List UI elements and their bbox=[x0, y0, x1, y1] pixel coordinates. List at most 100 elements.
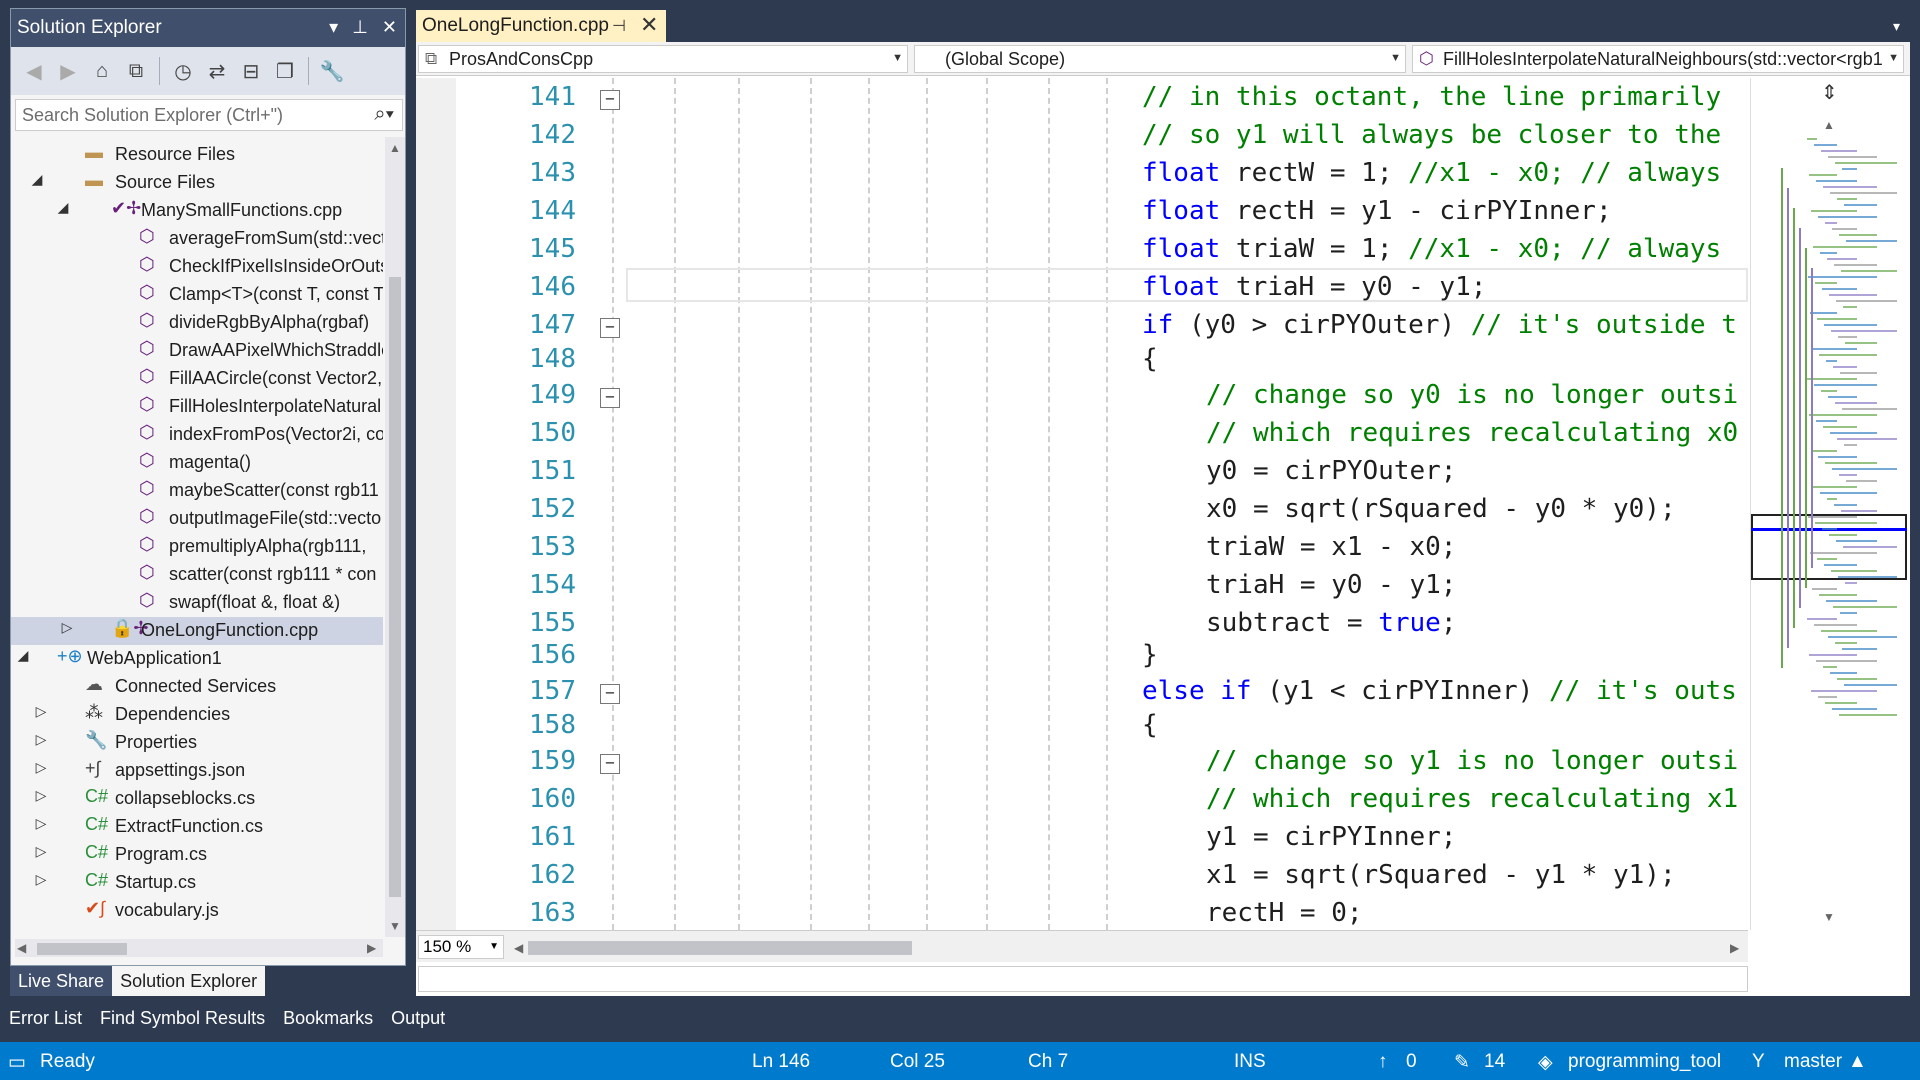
expand-arrow-icon[interactable]: ▷ bbox=[33, 731, 49, 748]
pin-tab-icon[interactable]: ⊣ bbox=[612, 16, 626, 36]
branch-icon[interactable]: Y bbox=[1752, 1051, 1765, 1073]
tree-item-function[interactable]: ⬡ premultiplyAlpha(rgb111, bbox=[11, 533, 383, 561]
tab-bookmarks[interactable]: Bookmarks bbox=[274, 1002, 382, 1034]
collapse-arrow-icon[interactable]: ◢ bbox=[55, 199, 71, 216]
expand-arrow-icon[interactable]: ▷ bbox=[33, 843, 49, 860]
repo-icon[interactable]: ◈ bbox=[1538, 1051, 1553, 1074]
collapse-block-icon[interactable]: − bbox=[600, 318, 620, 338]
tree-item-function[interactable]: ⬡ divideRgbByAlpha(rgbaf) bbox=[11, 309, 383, 337]
code-line[interactable]: { bbox=[1142, 710, 1158, 740]
tree-item-function[interactable]: ⬡ averageFromSum(std::vect bbox=[11, 225, 383, 253]
scroll-right-arrow-icon[interactable]: ▶ bbox=[1730, 941, 1739, 955]
tree-item-startup-cs[interactable]: ▷ C# Startup.cs bbox=[11, 869, 383, 897]
code-line[interactable]: else if (y1 < cirPYInner) // it's outs bbox=[1142, 676, 1737, 706]
collapse-block-icon[interactable]: − bbox=[600, 754, 620, 774]
code-line[interactable]: triaH = y0 - y1; bbox=[1206, 570, 1456, 600]
collapse-all-icon[interactable]: ⊟ bbox=[236, 56, 266, 86]
tree-item-function[interactable]: ⬡ CheckIfPixelIsInsideOrOuts bbox=[11, 253, 383, 281]
status-repository[interactable]: programming_tool bbox=[1568, 1051, 1721, 1073]
pending-changes-filter-icon[interactable]: ◷ bbox=[168, 56, 198, 86]
split-window-icon[interactable]: ⇕ bbox=[1821, 80, 1838, 105]
code-line[interactable]: { bbox=[1142, 344, 1158, 374]
notification-icon[interactable]: ▭ bbox=[8, 1051, 26, 1074]
code-line[interactable]: x1 = sqrt(rSquared - y1 * y1); bbox=[1206, 860, 1676, 890]
expand-arrow-icon[interactable]: ▷ bbox=[33, 703, 49, 720]
back-icon[interactable]: ◀ bbox=[19, 56, 49, 86]
tree-item-program-cs[interactable]: ▷ C# Program.cs bbox=[11, 841, 383, 869]
tree-item-appsettings-json[interactable]: ▷ +∫ appsettings.json bbox=[11, 757, 383, 785]
zoom-level-dropdown[interactable]: 150 % ▼ bbox=[418, 935, 504, 959]
tree-item-onelongfunction-cpp[interactable]: ▷ 🔒✢ OneLongFunction.cpp bbox=[11, 617, 383, 645]
document-tab[interactable]: OneLongFunction.cpp ⊣ ✕ bbox=[416, 10, 666, 42]
show-all-files-icon[interactable]: ❐ bbox=[270, 56, 300, 86]
code-line[interactable]: // which requires recalculating x1 bbox=[1206, 784, 1738, 814]
tree-item-function[interactable]: ⬡ maybeScatter(const rgb11 bbox=[11, 477, 383, 505]
tree-horizontal-scrollbar[interactable]: ◀ ▶ bbox=[15, 939, 383, 957]
project-dropdown[interactable]: ⧉ ProsAndConsCpp ▼ bbox=[418, 45, 908, 73]
editor-horizontal-scrollbar[interactable]: ◀ ▶ bbox=[514, 941, 1746, 955]
scroll-up-arrow-icon[interactable]: ▲ bbox=[1823, 118, 1835, 132]
tree-item-function[interactable]: ⬡ swapf(float &, float &) bbox=[11, 589, 383, 617]
code-line[interactable]: subtract = true; bbox=[1206, 608, 1456, 638]
collapse-block-icon[interactable]: − bbox=[600, 684, 620, 704]
code-line[interactable]: // change so y0 is no longer outsi bbox=[1206, 380, 1738, 410]
collapse-block-icon[interactable]: − bbox=[600, 388, 620, 408]
collapse-arrow-icon[interactable]: ◢ bbox=[15, 647, 31, 664]
tree-item-resource-files[interactable]: ▬ Resource Files bbox=[11, 141, 383, 169]
code-line[interactable]: float triaH = y0 - y1; bbox=[1142, 272, 1486, 302]
pencil-icon[interactable]: ✎ bbox=[1454, 1051, 1470, 1074]
collapse-block-icon[interactable]: − bbox=[600, 90, 620, 110]
tree-item-function[interactable]: ⬡ scatter(const rgb111 * con bbox=[11, 561, 383, 589]
tab-error-list[interactable]: Error List bbox=[0, 1002, 91, 1034]
tab-find-symbol-results[interactable]: Find Symbol Results bbox=[91, 1002, 274, 1034]
tree-item-function[interactable]: ⬡ DrawAAPixelWhichStraddle bbox=[11, 337, 383, 365]
tree-item-webapplication1[interactable]: ◢ +⊕ WebApplication1 bbox=[11, 645, 383, 673]
tree-item-manysmallfunctions-cpp[interactable]: ◢ ✔✢ ManySmallFunctions.cpp bbox=[11, 197, 383, 225]
code-line[interactable]: if (y0 > cirPYOuter) // it's outside t bbox=[1142, 310, 1737, 340]
close-icon[interactable]: ✕ bbox=[382, 17, 397, 38]
code-line[interactable]: // which requires recalculating x0 bbox=[1206, 418, 1738, 448]
properties-icon[interactable]: 🔧 bbox=[317, 56, 347, 86]
code-area[interactable]: 141 − // in this octant, the line primaril… bbox=[416, 78, 1748, 930]
tree-item-function[interactable]: ⬡ indexFromPos(Vector2i, co bbox=[11, 421, 383, 449]
tab-live-share[interactable]: Live Share bbox=[10, 966, 113, 996]
code-line[interactable]: x0 = sqrt(rSquared - y0 * y0); bbox=[1206, 494, 1676, 524]
status-push-count[interactable]: 0 bbox=[1406, 1051, 1417, 1073]
code-line[interactable]: } bbox=[1142, 640, 1158, 670]
scroll-down-arrow-icon[interactable]: ▼ bbox=[1823, 910, 1835, 924]
search-input[interactable]: Search Solution Explorer (Ctrl+") ⌕▾ bbox=[15, 99, 403, 131]
scroll-right-arrow-icon[interactable]: ▶ bbox=[367, 941, 376, 955]
code-line[interactable]: triaW = x1 - x0; bbox=[1206, 532, 1456, 562]
tree-item-function[interactable]: ⬡ Clamp<T>(const T, const T bbox=[11, 281, 383, 309]
pin-icon[interactable]: ⊥ bbox=[352, 17, 368, 38]
code-line[interactable]: rectH = 0; bbox=[1206, 898, 1363, 928]
tree-item-extractfunction-cs[interactable]: ▷ C# ExtractFunction.cs bbox=[11, 813, 383, 841]
tree-item-source-files[interactable]: ◢ ▬ Source Files bbox=[11, 169, 383, 197]
search-icon[interactable]: ⌕▾ bbox=[374, 103, 394, 126]
tree-item-function[interactable]: ⬡ magenta() bbox=[11, 449, 383, 477]
code-line[interactable]: // so y1 will always be closer to the bbox=[1142, 120, 1721, 150]
tab-overflow-icon[interactable]: ▾ bbox=[1893, 18, 1900, 35]
scroll-left-arrow-icon[interactable]: ◀ bbox=[17, 941, 26, 955]
tree-item-function[interactable]: ⬡ FillAACircle(const Vector2, bbox=[11, 365, 383, 393]
tree-item-properties[interactable]: ▷ 🔧 Properties bbox=[11, 729, 383, 757]
tree-item-dependencies[interactable]: ▷ ⁂ Dependencies bbox=[11, 701, 383, 729]
scrollbar-minimap[interactable]: ⇕ ▲ ▼ bbox=[1750, 78, 1908, 930]
sync-icon[interactable]: ⇄ bbox=[202, 56, 232, 86]
tree-item-connected-services[interactable]: ☁ Connected Services bbox=[11, 673, 383, 701]
expand-arrow-icon[interactable]: ▷ bbox=[33, 871, 49, 888]
tree-item-vocabulary-js[interactable]: ✔∫ vocabulary.js bbox=[11, 897, 383, 925]
branch-caret-icon[interactable]: ▲ bbox=[1848, 1051, 1867, 1073]
expand-arrow-icon[interactable]: ▷ bbox=[33, 787, 49, 804]
tree-item-function[interactable]: ⬡ outputImageFile(std::vecto bbox=[11, 505, 383, 533]
scroll-up-arrow-icon[interactable]: ▲ bbox=[389, 141, 401, 155]
collapse-arrow-icon[interactable]: ◢ bbox=[29, 171, 45, 188]
code-line[interactable]: // in this octant, the line primarily bbox=[1142, 82, 1721, 112]
window-position-dropdown-icon[interactable]: ▾ bbox=[329, 17, 338, 38]
code-line[interactable]: float rectH = y1 - cirPYInner; bbox=[1142, 196, 1612, 226]
switch-views-icon[interactable]: ⧉ bbox=[121, 56, 151, 86]
status-branch[interactable]: master bbox=[1784, 1051, 1842, 1073]
tree-item-collapseblocks-cs[interactable]: ▷ C# collapseblocks.cs bbox=[11, 785, 383, 813]
expand-arrow-icon[interactable]: ▷ bbox=[33, 759, 49, 776]
close-tab-icon[interactable]: ✕ bbox=[640, 12, 658, 38]
